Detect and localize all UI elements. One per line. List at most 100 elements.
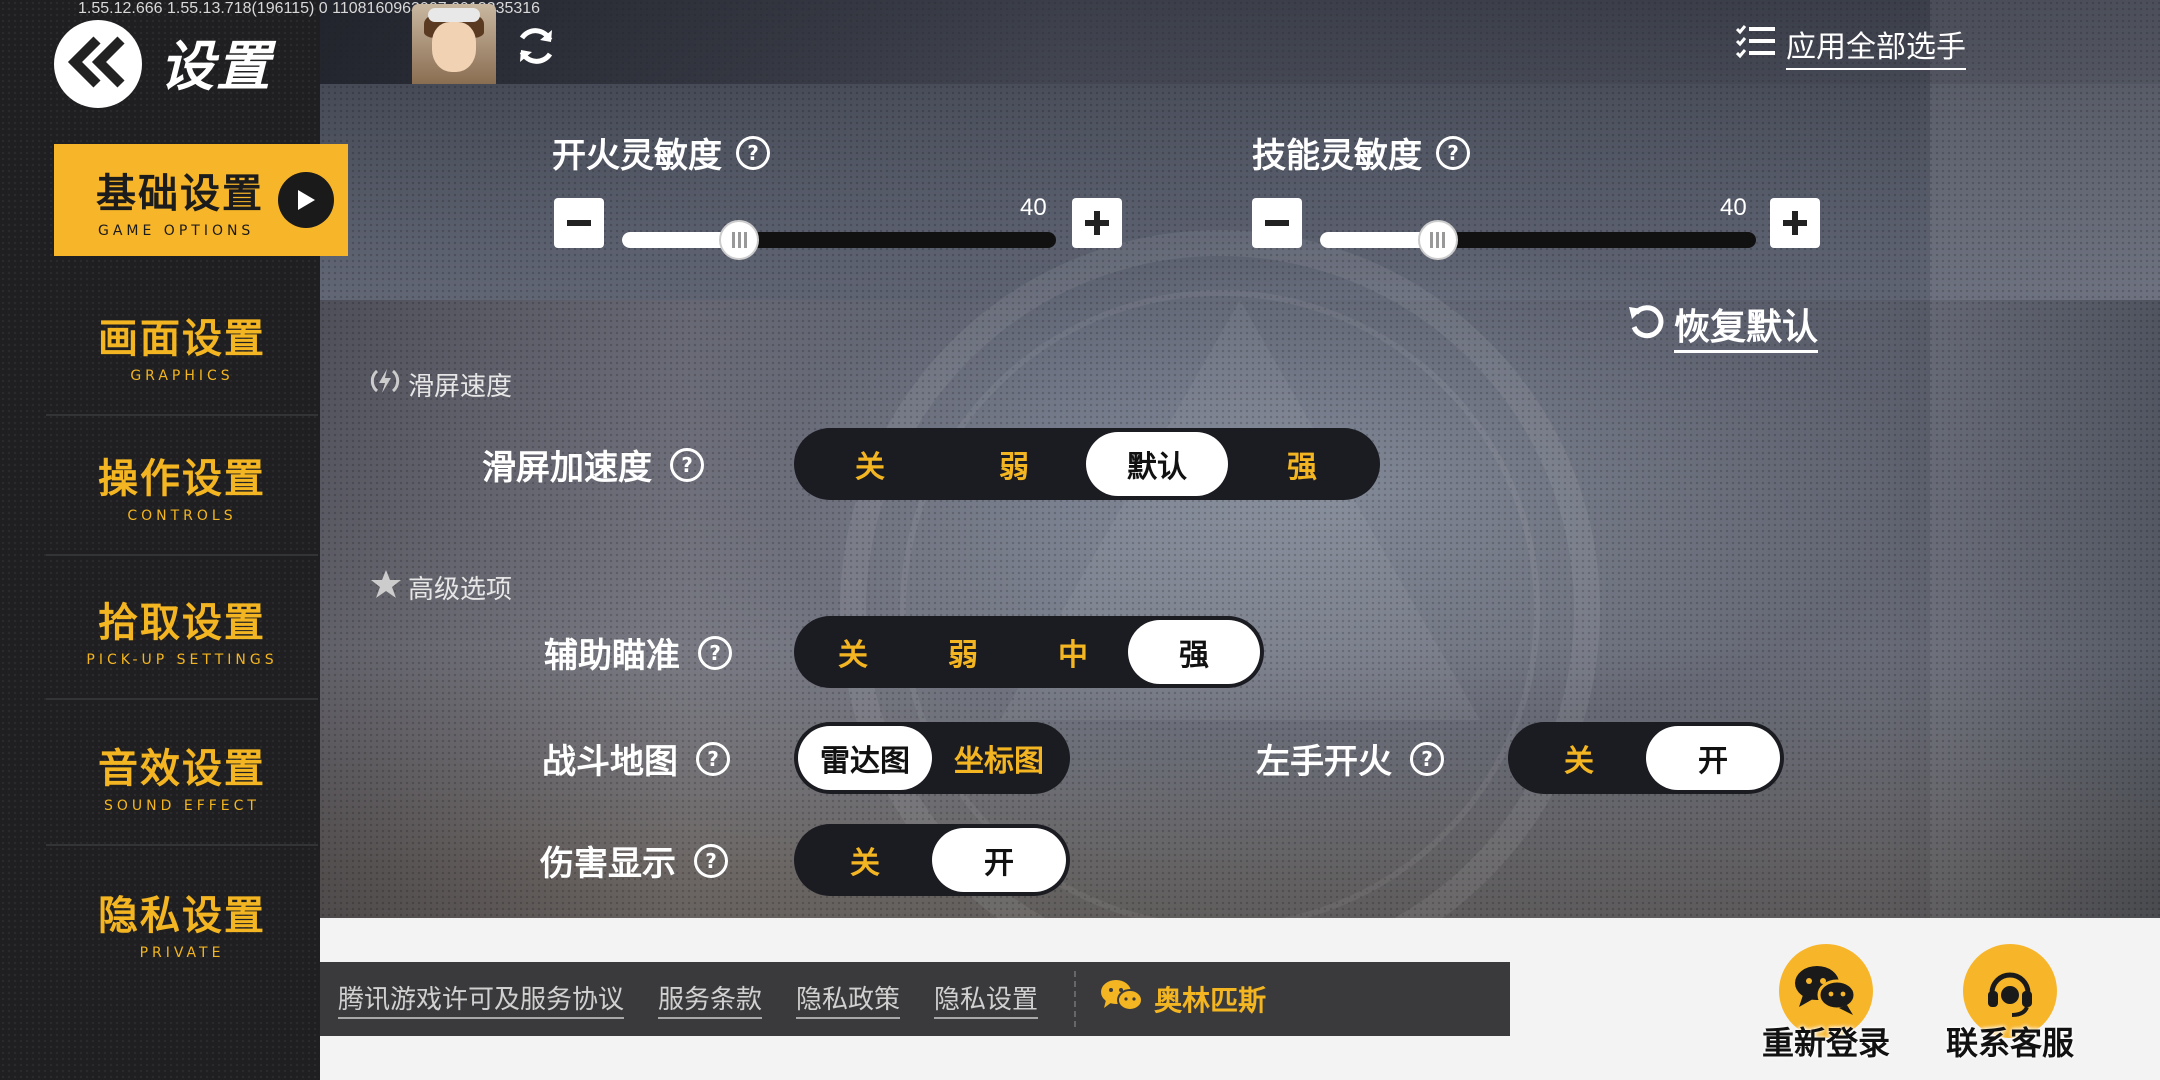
slider-thumb[interactable] xyxy=(1417,220,1458,260)
divider xyxy=(1074,971,1077,1027)
skill-sensitivity-decrease-button[interactable] xyxy=(1252,198,1302,248)
sidebar-item-pickup[interactable]: 拾取设置 PICK-UP SETTINGS xyxy=(46,560,318,700)
contact-support-label: 联系客服 xyxy=(1945,1024,2074,1062)
battle-map-title: 战斗地图 ? xyxy=(542,734,730,783)
double-chevron-left-icon xyxy=(67,34,129,94)
aim-assist-label: 辅助瞄准 xyxy=(544,636,680,676)
fire-sensitivity-title: 开火灵敏度 ? xyxy=(552,128,770,177)
sidebar-item-sublabel: GAME OPTIONS xyxy=(98,223,255,239)
sidebar-item-sublabel: GRAPHICS xyxy=(130,368,234,384)
option-strong[interactable]: 强 xyxy=(1128,620,1260,684)
sidebar-item-label: 音效设置 xyxy=(98,746,266,792)
sidebar-item-sublabel: CONTROLS xyxy=(127,508,237,524)
option-off[interactable]: 关 xyxy=(798,620,908,684)
skill-sensitivity-title: 技能灵敏度 ? xyxy=(1252,128,1470,177)
skill-sensitivity-value: 40 xyxy=(1720,194,1747,221)
option-on[interactable]: 开 xyxy=(1646,726,1780,790)
sidebar-item-private[interactable]: 隐私设置 PRIVATE xyxy=(46,852,318,992)
help-icon[interactable]: ? xyxy=(736,135,770,170)
aim-assist-selector: 关 弱 中 强 xyxy=(794,616,1264,688)
fire-sensitivity-value: 40 xyxy=(1020,194,1047,221)
swipe-accel-selector: 关 弱 默认 强 xyxy=(794,428,1380,500)
section-title: 高级选项 xyxy=(408,575,513,605)
fire-sensitivity-increase-button[interactable] xyxy=(1072,198,1122,248)
fire-sensitivity-slider[interactable] xyxy=(622,220,1056,260)
help-icon[interactable]: ? xyxy=(670,447,704,482)
contact-support-button[interactable]: 联系客服 xyxy=(1940,944,2080,1064)
sidebar-item-label: 画面设置 xyxy=(98,316,266,362)
sidebar-item-label: 操作设置 xyxy=(98,456,266,502)
link-terms-of-service[interactable]: 服务条款 xyxy=(658,979,763,1019)
option-medium[interactable]: 中 xyxy=(1018,620,1128,684)
star-icon xyxy=(370,568,402,607)
sidebar-item-label: 基础设置 xyxy=(96,171,264,217)
slider-thumb[interactable] xyxy=(719,220,760,260)
skill-sensitivity-increase-button[interactable] xyxy=(1770,198,1820,248)
option-radar-map[interactable]: 雷达图 xyxy=(798,726,932,790)
sidebar: 基础设置 GAME OPTIONS 画面设置 GRAPHICS 操作设置 CON… xyxy=(0,0,348,1080)
sidebar-item-controls[interactable]: 操作设置 CONTROLS xyxy=(46,416,318,556)
link-privacy-policy[interactable]: 隐私政策 xyxy=(796,979,901,1019)
page-title: 设置 xyxy=(160,35,272,98)
section-swipe-speed: 滑屏速度 xyxy=(368,364,512,405)
link-privacy-settings[interactable]: 隐私设置 xyxy=(934,979,1039,1019)
help-icon[interactable]: ? xyxy=(696,741,730,776)
skill-sensitivity-label: 技能灵敏度 xyxy=(1252,136,1422,176)
option-off[interactable]: 关 xyxy=(798,432,942,496)
section-advanced: 高级选项 xyxy=(370,568,512,607)
aim-assist-title: 辅助瞄准 ? xyxy=(544,628,732,677)
fire-sensitivity-decrease-button[interactable] xyxy=(554,198,604,248)
help-icon[interactable]: ? xyxy=(1436,135,1470,170)
option-default[interactable]: 默认 xyxy=(1086,432,1228,496)
sidebar-item-sound[interactable]: 音效设置 SOUND EFFECT xyxy=(46,706,318,846)
skill-sensitivity-slider[interactable] xyxy=(1320,220,1756,260)
avatar[interactable] xyxy=(412,4,496,84)
damage-display-title: 伤害显示 ? xyxy=(540,836,728,885)
damage-display-label: 伤害显示 xyxy=(540,844,676,884)
fire-sensitivity-label: 开火灵敏度 xyxy=(552,136,722,176)
option-strong[interactable]: 强 xyxy=(1228,432,1376,496)
option-off[interactable]: 关 xyxy=(798,828,932,892)
sidebar-item-game-options[interactable]: 基础设置 GAME OPTIONS xyxy=(54,144,348,256)
battle-map-selector: 雷达图 坐标图 xyxy=(794,722,1070,794)
sidebar-item-graphics[interactable]: 画面设置 GRAPHICS xyxy=(46,276,318,416)
option-off[interactable]: 关 xyxy=(1512,726,1646,790)
sidebar-item-sublabel: SOUND EFFECT xyxy=(104,798,260,814)
section-title: 滑屏速度 xyxy=(408,372,513,402)
battle-map-label: 战斗地图 xyxy=(542,742,678,782)
back-button[interactable] xyxy=(54,20,142,108)
reset-default-button[interactable]: 恢复默认 xyxy=(1626,298,1819,353)
sidebar-item-label: 拾取设置 xyxy=(98,600,266,646)
left-fire-title: 左手开火 ? xyxy=(1256,734,1444,783)
relogin-label: 重新登录 xyxy=(1761,1024,1890,1062)
option-weak[interactable]: 弱 xyxy=(942,432,1086,496)
wechat-account-label: 奥林匹斯 xyxy=(1154,984,1267,1017)
refresh-icon[interactable] xyxy=(512,22,560,70)
lightning-icon xyxy=(368,364,402,405)
apply-all-label: 应用全部选手 xyxy=(1786,22,1966,70)
left-fire-selector: 关 开 xyxy=(1508,722,1784,794)
relogin-button[interactable]: 重新登录 xyxy=(1756,944,1896,1064)
swipe-accel-title: 滑屏加速度 ? xyxy=(482,440,704,489)
option-weak[interactable]: 弱 xyxy=(908,620,1018,684)
wechat-icon xyxy=(1100,978,1144,1021)
left-fire-label: 左手开火 xyxy=(1256,742,1392,782)
play-icon xyxy=(278,172,334,228)
reset-icon xyxy=(1626,301,1666,350)
option-coordinate-map[interactable]: 坐标图 xyxy=(932,726,1066,790)
option-on[interactable]: 开 xyxy=(932,828,1066,892)
footer-links-bar: 腾讯游戏许可及服务协议 服务条款 隐私政策 隐私设置 奥林匹斯 xyxy=(320,962,1510,1036)
sidebar-item-sublabel: PICK-UP SETTINGS xyxy=(86,652,278,668)
sidebar-item-label: 隐私设置 xyxy=(98,893,266,939)
wechat-account-button[interactable]: 奥林匹斯 xyxy=(1100,978,1266,1021)
checklist-icon xyxy=(1735,24,1776,68)
link-license-agreement[interactable]: 腾讯游戏许可及服务协议 xyxy=(338,979,625,1019)
reset-default-label: 恢复默认 xyxy=(1674,298,1819,353)
help-icon[interactable]: ? xyxy=(698,635,732,670)
swipe-accel-label: 滑屏加速度 xyxy=(482,448,652,488)
sidebar-item-sublabel: PRIVATE xyxy=(139,945,225,961)
help-icon[interactable]: ? xyxy=(1410,741,1444,776)
help-icon[interactable]: ? xyxy=(694,843,728,878)
damage-display-selector: 关 开 xyxy=(794,824,1070,896)
apply-all-players-button[interactable]: 应用全部选手 xyxy=(1735,22,1966,70)
